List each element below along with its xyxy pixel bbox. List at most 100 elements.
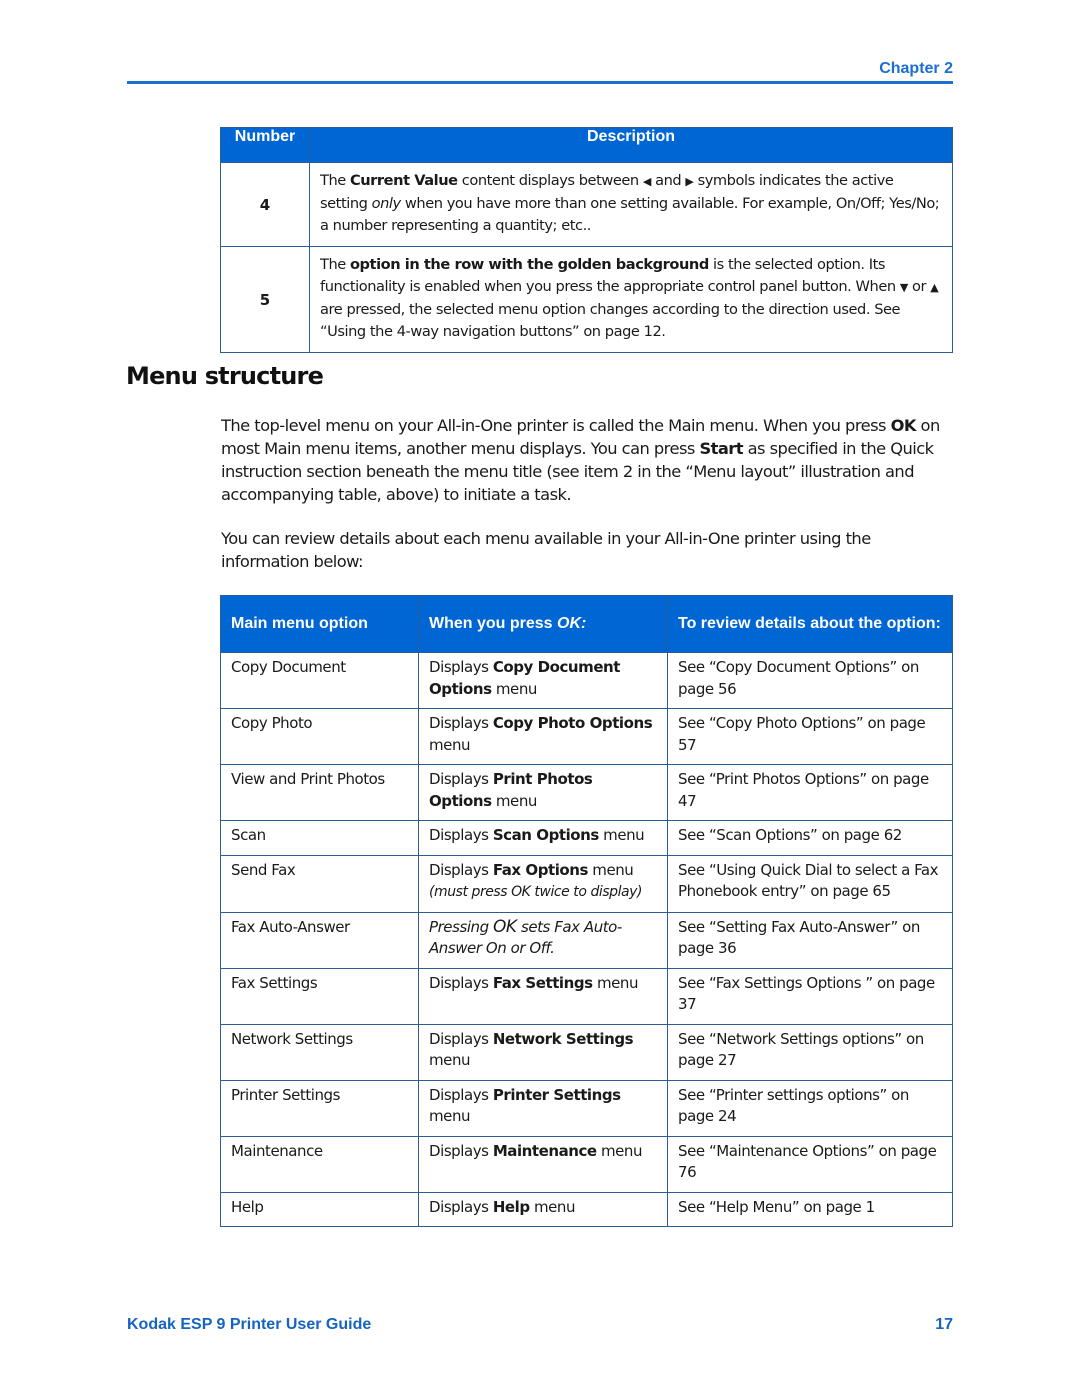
table-row: Network Settings Displays Network Setting…: [220, 1023, 953, 1081]
table-row: Copy Photo Displays Copy Photo Options me…: [220, 708, 953, 765]
bold-text: option in the row with the golden backgr…: [349, 256, 709, 273]
main-menu-option: Copy Photo: [220, 708, 419, 765]
header-description: Description: [309, 127, 953, 163]
menu-table: Main menu option When you press OK: To r…: [220, 595, 953, 1227]
table-row: Copy Document Displays Copy Document Opti…: [220, 652, 953, 709]
when-pressed-action: Displays Copy Photo Options menu: [418, 708, 668, 765]
row-number: 5: [220, 246, 310, 353]
review-reference: See “Maintenance Options” on page 76: [667, 1135, 953, 1193]
header-when-you-press-ok: When you press OK:: [418, 595, 668, 653]
when-pressed-action: Displays Maintenance menu: [418, 1135, 668, 1193]
text: menu: [429, 735, 471, 754]
row-description: The Current Value content displays betwe…: [309, 162, 953, 247]
when-pressed-action: Pressing OK sets Fax Auto-Answer On or O…: [418, 911, 668, 969]
review-reference: See “Network Settings options” on page 2…: [667, 1023, 953, 1081]
table-row: Scan Displays Scan Options menu See “Scan …: [220, 820, 953, 856]
when-pressed-action: Displays Network Settings menu: [418, 1023, 668, 1081]
header-main-menu-option: Main menu option: [220, 595, 419, 653]
main-menu-option: Network Settings: [220, 1023, 419, 1081]
review-reference: See “Help Menu” on page 1: [667, 1191, 953, 1227]
review-reference: See “Print Photos Options” on page 47: [667, 764, 953, 821]
menu-name: Network Settings: [492, 1029, 634, 1048]
text: are pressed, the selected menu option ch…: [320, 301, 901, 340]
ok-text: OK: [493, 916, 517, 937]
table-row: 5 The option in the row with the golden …: [220, 246, 953, 353]
menu-name: Help: [492, 1197, 530, 1216]
header-rule: [127, 81, 953, 84]
table-header-row: Main menu option When you press OK: To r…: [220, 595, 953, 653]
text: menu: [429, 1107, 471, 1125]
text: Displays: [429, 770, 493, 788]
review-reference: See “Using Quick Dial to select a Fax Ph…: [667, 854, 953, 913]
table-row: Send Fax Displays Fax Options menu (must p…: [220, 854, 953, 913]
menu-name: Fax Settings: [492, 973, 593, 992]
text: menu: [598, 826, 645, 844]
table-row: View and Print Photos Displays Print Phot…: [220, 764, 953, 821]
review-reference: See “Printer settings options” on page 2…: [667, 1079, 953, 1137]
main-menu-option: Printer Settings: [220, 1079, 419, 1137]
text: menu: [491, 791, 538, 810]
header-review-details: To review details about the option:: [667, 595, 953, 653]
intro-paragraph: The top-level menu on your All-in-One pr…: [221, 414, 951, 506]
when-pressed-action: Displays Help menu: [418, 1191, 668, 1227]
text: The top-level menu on your All-in-One pr…: [221, 416, 891, 435]
menu-name: Copy Photo Options: [492, 714, 653, 732]
menu-name: Maintenance: [492, 1141, 597, 1160]
review-reference: See “Scan Options” on page 62: [667, 820, 953, 856]
main-menu-option: Fax Settings: [220, 967, 419, 1025]
review-paragraph: You can review details about each menu a…: [221, 529, 871, 571]
text: Displays: [429, 714, 493, 732]
main-menu-option: Fax Auto-Answer: [220, 911, 419, 969]
text: Displays: [429, 1029, 493, 1048]
table-row: Maintenance Displays Maintenance menu See …: [220, 1135, 953, 1193]
text: menu: [587, 860, 634, 879]
text: Pressing: [429, 917, 493, 936]
text: menu: [529, 1197, 576, 1216]
italic-text: OK:: [557, 615, 587, 632]
review-reference: See “Copy Photo Options” on page 57: [667, 708, 953, 765]
text: The: [320, 172, 350, 189]
left-triangle-icon: ◀: [642, 175, 651, 188]
main-menu-option: Send Fax: [220, 854, 419, 913]
text: menu: [429, 1051, 471, 1069]
when-pressed-action: Displays Print Photos Options menu: [418, 764, 668, 821]
table-row: Help Displays Help menu See “Help Menu” on…: [220, 1191, 953, 1227]
down-triangle-icon: ▼: [899, 281, 908, 294]
bold-text: OK: [890, 416, 917, 435]
text: content displays between: [457, 172, 643, 189]
table-row: Printer Settings Displays Printer Setting…: [220, 1079, 953, 1137]
table-row: Fax Auto-Answer Pressing OK sets Fax Auto…: [220, 911, 953, 969]
text: Displays: [429, 973, 493, 992]
main-menu-option: Maintenance: [220, 1135, 419, 1193]
row-description: The option in the row with the golden ba…: [309, 246, 953, 353]
when-pressed-action: Displays Copy Document Options menu: [418, 652, 668, 709]
table-row: 4 The Current Value content displays bet…: [220, 162, 953, 247]
table-header-row: Number Description: [220, 127, 953, 163]
section-title: Menu structure: [126, 362, 324, 390]
bold-text: Start: [699, 439, 743, 458]
text: Displays: [429, 658, 493, 676]
up-triangle-icon: ▲: [930, 281, 939, 294]
when-pressed-action: Displays Fax Settings menu: [418, 967, 668, 1025]
note: (must press OK twice to display): [429, 884, 643, 900]
italic-text: only: [371, 195, 402, 212]
review-reference: See “Copy Document Options” on page 56: [667, 652, 953, 709]
header-number: Number: [220, 127, 310, 163]
text: menu: [491, 679, 538, 698]
text: and: [650, 172, 686, 189]
when-pressed-action: Displays Fax Options menu (must press OK …: [418, 854, 668, 913]
page-number: 17: [935, 1316, 953, 1333]
bold-text: Current Value: [349, 172, 458, 189]
menu-name: Fax Options: [492, 860, 589, 879]
text: When you press: [429, 615, 558, 632]
text: Displays: [429, 860, 493, 879]
main-menu-option: View and Print Photos: [220, 764, 419, 821]
menu-name: Scan Options: [492, 826, 599, 844]
text: Displays: [429, 1085, 493, 1104]
main-menu-option: Copy Document: [220, 652, 419, 709]
main-menu-option: Help: [220, 1191, 419, 1227]
review-reference: See “Setting Fax Auto-Answer” on page 36: [667, 911, 953, 969]
text: or: [907, 278, 931, 295]
table-row: Fax Settings Displays Fax Settings menu Se…: [220, 967, 953, 1025]
when-pressed-action: Displays Scan Options menu: [418, 820, 668, 856]
